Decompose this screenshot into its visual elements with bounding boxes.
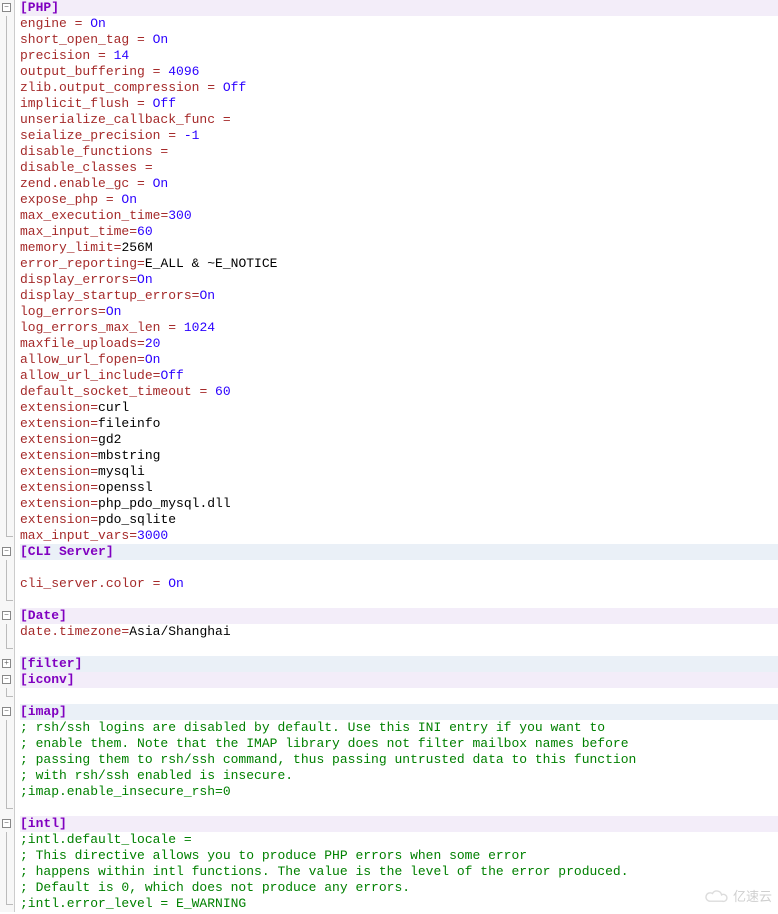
section-header: [Date] [20, 608, 67, 623]
code-line: extension=gd2 [20, 432, 778, 448]
code-line: cli_server.color = On [20, 576, 778, 592]
code-line: ; enable them. Note that the IMAP librar… [20, 736, 778, 752]
cloud-icon [702, 888, 730, 906]
code-line: allow_url_fopen=On [20, 352, 778, 368]
section-header: [intl] [20, 816, 67, 831]
code-line: error_reporting=E_ALL & ~E_NOTICE [20, 256, 778, 272]
code-line: [imap] [20, 704, 778, 720]
section-header: [iconv] [20, 672, 75, 687]
code-line: engine = On [20, 16, 778, 32]
code-editor: [PHP]engine = Onshort_open_tag = Onpreci… [0, 0, 778, 912]
code-line: seialize_precision = -1 [20, 128, 778, 144]
code-line: precision = 14 [20, 48, 778, 64]
watermark: 亿速云 [702, 888, 772, 906]
code-line: display_startup_errors=On [20, 288, 778, 304]
code-line: ; rsh/ssh logins are disabled by default… [20, 720, 778, 736]
code-line: [filter] [20, 656, 778, 672]
code-line: expose_php = On [20, 192, 778, 208]
fold-toggle[interactable]: − [2, 3, 11, 12]
code-line: ; happens within intl functions. The val… [20, 864, 778, 880]
code-line: extension=php_pdo_mysql.dll [20, 496, 778, 512]
code-line [20, 560, 778, 576]
code-line: max_input_vars=3000 [20, 528, 778, 544]
fold-gutter [0, 0, 15, 912]
code-line: ; passing them to rsh/ssh command, thus … [20, 752, 778, 768]
code-line: max_execution_time=300 [20, 208, 778, 224]
code-line [20, 640, 778, 656]
code-line: disable_functions = [20, 144, 778, 160]
code-line: disable_classes = [20, 160, 778, 176]
code-line: extension=curl [20, 400, 778, 416]
fold-toggle[interactable]: + [2, 659, 11, 668]
code-line [20, 592, 778, 608]
code-line: extension=mbstring [20, 448, 778, 464]
fold-toggle[interactable]: − [2, 611, 11, 620]
code-line: max_input_time=60 [20, 224, 778, 240]
code-line: [Date] [20, 608, 778, 624]
code-line: date.timezone=Asia/Shanghai [20, 624, 778, 640]
code-line: allow_url_include=Off [20, 368, 778, 384]
code-line: output_buffering = 4096 [20, 64, 778, 80]
code-line: zlib.output_compression = Off [20, 80, 778, 96]
fold-toggle[interactable]: − [2, 819, 11, 828]
code-line: implicit_flush = Off [20, 96, 778, 112]
code-line: default_socket_timeout = 60 [20, 384, 778, 400]
code-line: [CLI Server] [20, 544, 778, 560]
code-line: unserialize_callback_func = [20, 112, 778, 128]
code-line: ; This directive allows you to produce P… [20, 848, 778, 864]
section-header: [PHP] [20, 0, 59, 15]
code-line: zend.enable_gc = On [20, 176, 778, 192]
code-line: extension=openssl [20, 480, 778, 496]
code-line: ;intl.default_locale = [20, 832, 778, 848]
code-line: log_errors=On [20, 304, 778, 320]
fold-toggle[interactable]: − [2, 675, 11, 684]
code-line: ; Default is 0, which does not produce a… [20, 880, 778, 896]
code-line: maxfile_uploads=20 [20, 336, 778, 352]
code-line: [iconv] [20, 672, 778, 688]
code-line: memory_limit=256M [20, 240, 778, 256]
code-line: log_errors_max_len = 1024 [20, 320, 778, 336]
section-header: [CLI Server] [20, 544, 114, 559]
code-line: display_errors=On [20, 272, 778, 288]
section-header: [filter] [20, 656, 82, 671]
code-line [20, 800, 778, 816]
section-header: [imap] [20, 704, 67, 719]
code-line: extension=mysqli [20, 464, 778, 480]
code-line: ;intl.error_level = E_WARNING [20, 896, 778, 912]
code-line [20, 688, 778, 704]
code-line: short_open_tag = On [20, 32, 778, 48]
code-line: ; with rsh/ssh enabled is insecure. [20, 768, 778, 784]
code-line: [intl] [20, 816, 778, 832]
code-content[interactable]: [PHP]engine = Onshort_open_tag = Onpreci… [16, 0, 778, 912]
code-line: ;imap.enable_insecure_rsh=0 [20, 784, 778, 800]
code-line: extension=fileinfo [20, 416, 778, 432]
watermark-text: 亿速云 [733, 889, 772, 905]
code-line: [PHP] [20, 0, 778, 16]
code-line: extension=pdo_sqlite [20, 512, 778, 528]
fold-toggle[interactable]: − [2, 547, 11, 556]
fold-toggle[interactable]: − [2, 707, 11, 716]
